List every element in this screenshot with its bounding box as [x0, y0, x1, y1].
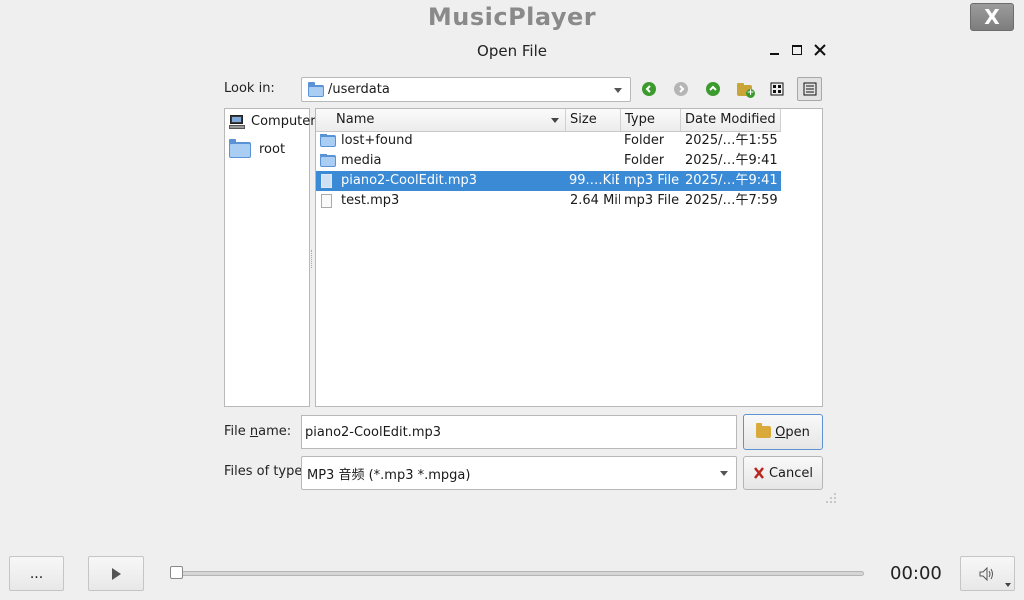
column-header-type[interactable]: Type: [621, 109, 681, 131]
file-name: media: [341, 153, 382, 168]
look-in-combo[interactable]: /userdata: [301, 77, 631, 102]
file-type-label: Files of type:: [224, 464, 307, 479]
minimize-icon[interactable]: [765, 40, 783, 60]
file-date: 2025/…午9:41: [685, 173, 778, 188]
column-header-size[interactable]: Size: [566, 109, 621, 131]
file-row[interactable]: test.mp3 2.64 MiB mp3 File 2025/…午7:59: [316, 191, 781, 211]
sidebar-item-root[interactable]: root: [229, 139, 286, 158]
list-view-button[interactable]: [767, 79, 787, 99]
progress-slider-handle[interactable]: [170, 566, 183, 579]
sidebar-item-computer[interactable]: Computer: [229, 114, 316, 129]
file-icon: [321, 194, 332, 214]
menu-label: ...: [29, 565, 44, 582]
chevron-down-icon: [1005, 583, 1011, 587]
folder-open-icon: [756, 423, 772, 438]
open-label: Open: [775, 424, 810, 440]
back-button[interactable]: [639, 79, 659, 99]
app-close-button[interactable]: X: [970, 3, 1014, 31]
resize-grip-icon[interactable]: [825, 492, 837, 504]
file-type-value: MP3 音频 (*.mp3 *.mpga): [307, 467, 471, 483]
file-size: 99.…KiB: [569, 173, 619, 188]
sort-arrow-icon: [551, 118, 559, 123]
cancel-icon: [753, 467, 764, 479]
sidebar-item-label: root: [259, 141, 286, 157]
forward-button[interactable]: [671, 79, 691, 99]
file-name: lost+found: [341, 133, 413, 148]
dialog-title: Open File: [477, 42, 547, 60]
new-folder-icon: +: [737, 82, 755, 98]
chevron-down-icon: [614, 87, 622, 93]
parent-directory-button[interactable]: [703, 79, 723, 99]
file-name-value: piano2-CoolEdit.mp3: [305, 424, 442, 440]
menu-button[interactable]: ...: [9, 556, 64, 591]
grid-view-icon: [770, 82, 784, 96]
file-row-selected[interactable]: piano2-CoolEdit.mp3 99.…KiB mp3 File 202…: [316, 171, 781, 191]
time-display: 00:00: [890, 563, 942, 584]
folder-icon: [229, 139, 251, 158]
column-header-date[interactable]: Date Modified: [681, 109, 781, 131]
volume-button[interactable]: [960, 556, 1015, 591]
speaker-icon: [979, 566, 993, 581]
file-name: piano2-CoolEdit.mp3: [341, 173, 478, 188]
file-type: mp3 File: [624, 173, 680, 188]
dialog-close-icon[interactable]: [811, 40, 829, 60]
arrow-left-icon: [642, 82, 656, 96]
file-size: 2.64 MiB: [570, 193, 620, 208]
file-row[interactable]: lost+found Folder 2025/…午1:55: [316, 131, 781, 151]
play-icon: [112, 567, 121, 580]
detail-view-button[interactable]: [797, 77, 822, 101]
folder-icon: [308, 82, 324, 97]
file-name: test.mp3: [341, 193, 400, 208]
file-list: Name Size Type Date Modified lost+found …: [315, 108, 823, 407]
computer-icon: [229, 114, 245, 129]
new-folder-button[interactable]: +: [735, 79, 755, 99]
look-in-label: Look in:: [224, 81, 275, 96]
file-name-input[interactable]: piano2-CoolEdit.mp3: [301, 415, 737, 449]
open-button[interactable]: Open: [743, 414, 823, 450]
cancel-label: Cancel: [768, 465, 814, 481]
app-title: MusicPlayer: [427, 3, 597, 31]
file-row[interactable]: media Folder 2025/…午9:41: [316, 151, 781, 171]
cancel-button[interactable]: Cancel: [743, 456, 823, 490]
sidebar: Computer root: [224, 108, 316, 407]
file-type: mp3 File: [624, 193, 680, 208]
detail-view-icon: [803, 82, 816, 96]
file-type: Folder: [624, 133, 665, 148]
file-name-label: File name:: [224, 424, 292, 439]
file-date: 2025/…午9:41: [685, 153, 778, 168]
sidebar-item-label: Computer: [251, 114, 316, 129]
file-date: 2025/…午7:59: [685, 193, 778, 208]
arrow-up-icon: [706, 82, 720, 96]
look-in-value: /userdata: [328, 82, 390, 97]
progress-slider[interactable]: [172, 571, 864, 576]
file-type-combo[interactable]: MP3 音频 (*.mp3 *.mpga): [301, 456, 737, 490]
arrow-right-icon: [674, 82, 688, 96]
file-list-header: Name Size Type Date Modified: [316, 109, 781, 132]
file-type: Folder: [624, 153, 665, 168]
file-date: 2025/…午1:55: [685, 133, 778, 148]
file-size: [570, 151, 618, 171]
maximize-icon[interactable]: [788, 40, 806, 60]
play-button[interactable]: [88, 556, 144, 591]
column-header-name[interactable]: Name: [316, 109, 566, 131]
file-size: [570, 131, 618, 151]
chevron-down-icon: [720, 471, 728, 476]
